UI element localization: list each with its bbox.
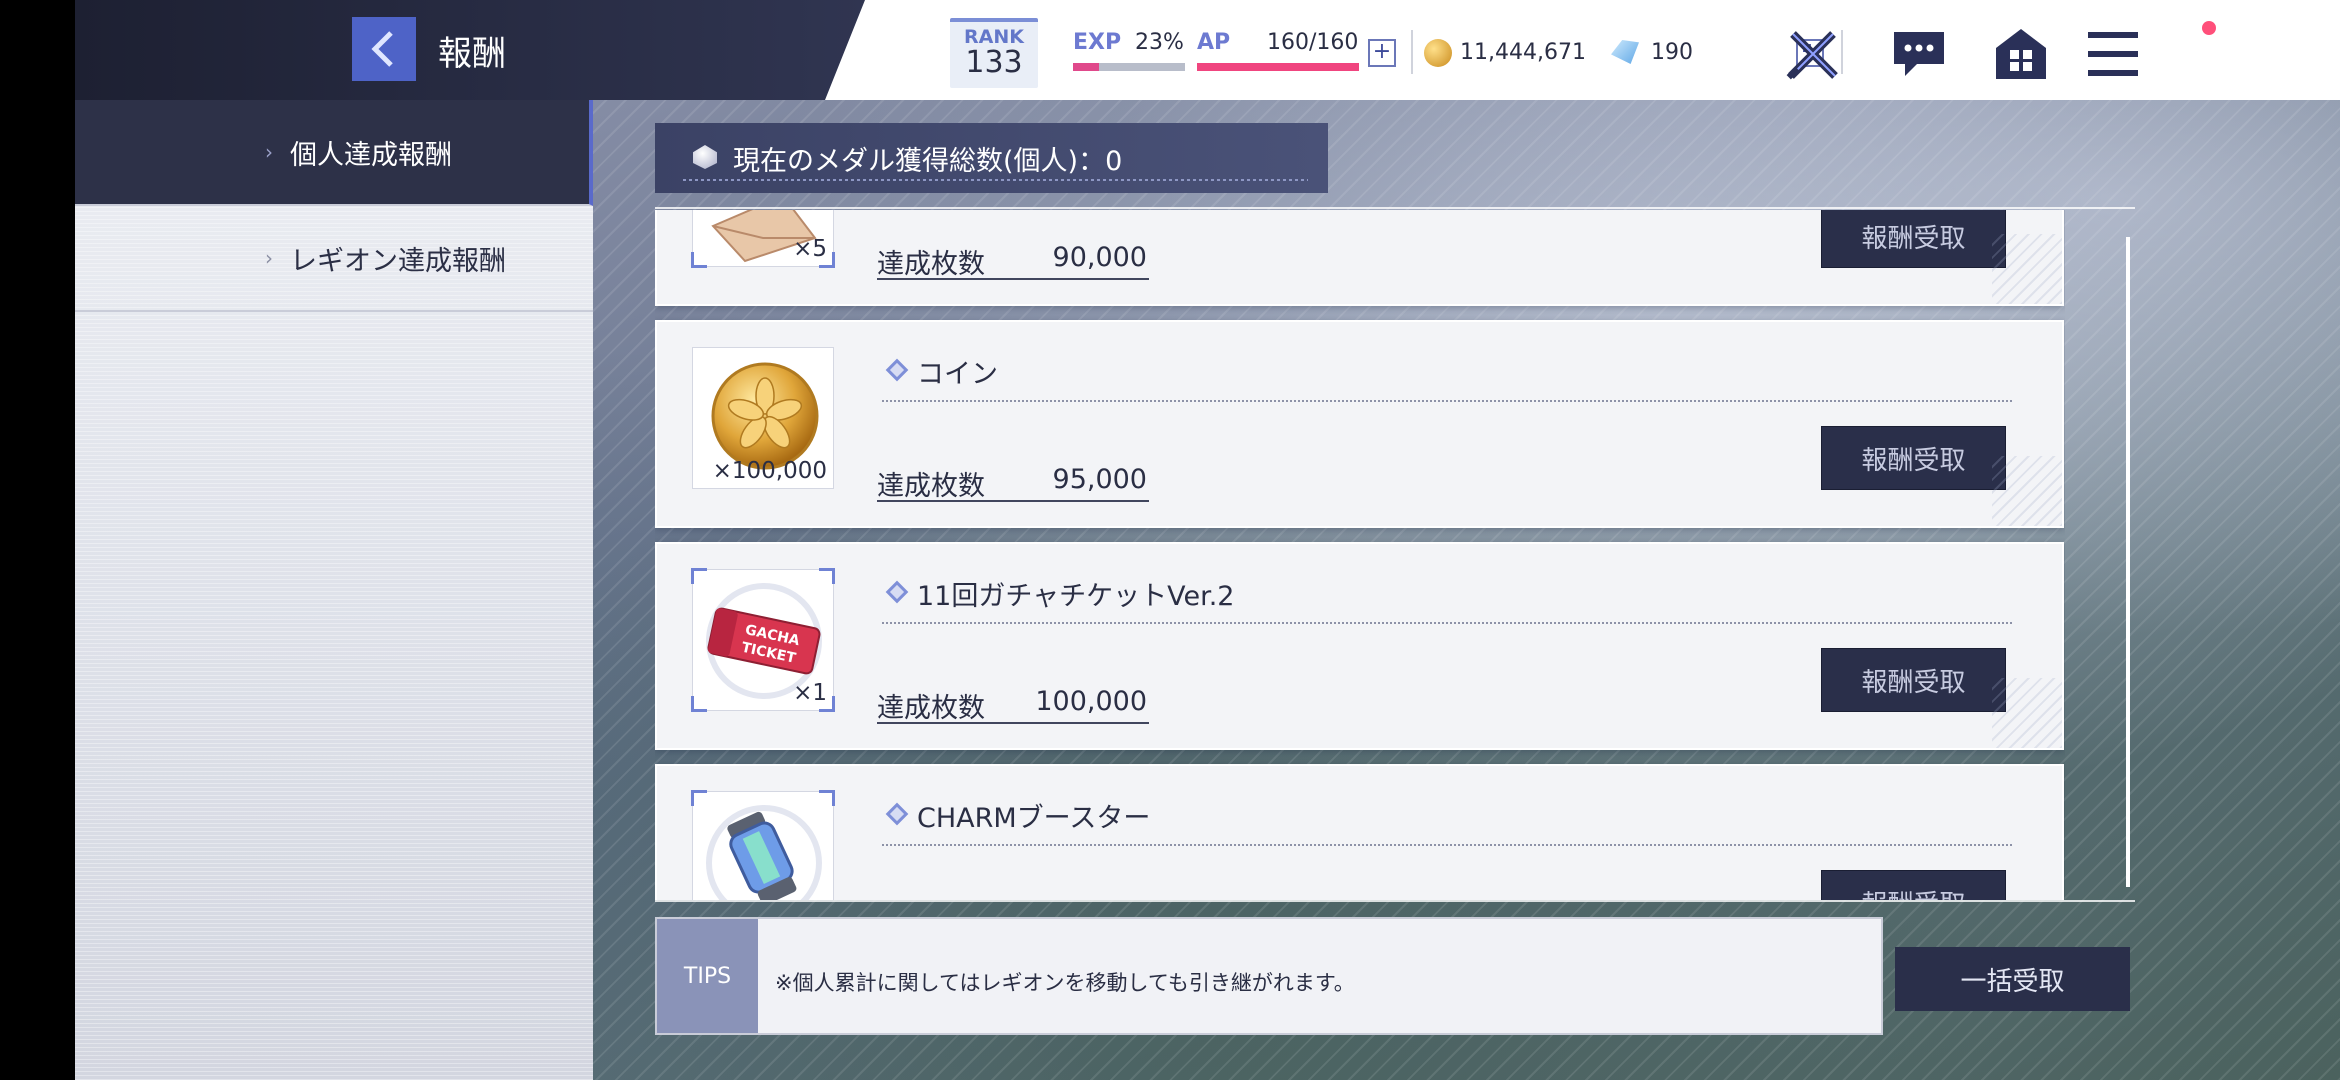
claim-reward-button[interactable]: 報酬受取 — [1821, 870, 2006, 900]
dotted-divider — [882, 622, 2012, 624]
reward-item-frame: ×100,000 — [692, 347, 834, 489]
requirement-value: 100,000 — [1035, 686, 1147, 717]
notification-dot — [2202, 21, 2216, 35]
gem-value: 190 — [1651, 40, 1693, 65]
battle-icon[interactable] — [1785, 26, 1841, 82]
chevron-right-icon: › — [265, 140, 273, 164]
reward-item-frame: ×5 — [691, 210, 835, 268]
requirement-value: 90,000 — [1052, 242, 1147, 273]
menu-icon[interactable] — [2085, 26, 2141, 82]
requirement-underline — [877, 500, 1149, 502]
tips-label: TIPS — [657, 919, 758, 1033]
diamond-bullet-icon — [885, 358, 909, 382]
requirement-underline — [877, 722, 1149, 724]
header-title-area: 報酬 — [75, 0, 865, 100]
sidebar-item-legion-rewards[interactable]: › レギオン達成報酬 — [75, 206, 593, 312]
reward-item-frame — [691, 790, 835, 900]
rank-value: 133 — [965, 45, 1023, 80]
reward-quantity: ×1 — [793, 680, 827, 706]
reward-card: CHARMブースター 報酬受取 — [655, 764, 2064, 900]
top-header: 報酬 RANK 133 EXP 23% AP 160/160 + 11,444,… — [75, 0, 2340, 100]
sidebar-item-label: 個人達成報酬 — [290, 139, 452, 171]
exp-label: EXP — [1073, 30, 1122, 55]
diamond-bullet-icon — [885, 580, 909, 604]
list-scrollbar[interactable] — [2126, 237, 2130, 887]
tips-box: TIPS ※個人累計に関してはレギオンを移動しても引き継がれます。 — [655, 917, 1883, 1035]
reward-quantity: ×5 — [793, 236, 827, 262]
charm-booster-icon — [706, 805, 822, 900]
reward-card: ×5 達成枚数 90,000 報酬受取 — [655, 210, 2064, 306]
exp-percent: 23% — [1135, 30, 1184, 55]
sidebar-item-personal-rewards[interactable]: › 個人達成報酬 — [75, 100, 593, 206]
diamond-bullet-icon — [885, 802, 909, 826]
requirement-underline — [877, 278, 1149, 280]
claim-reward-button[interactable]: 報酬受取 — [1821, 210, 2006, 268]
requirement-label: 達成枚数 — [877, 693, 985, 724]
reward-item-name: 11回ガチャチケットVer.2 — [917, 581, 1235, 612]
ap-label: AP — [1197, 30, 1231, 55]
ap-bar — [1197, 63, 1359, 71]
medal-total-banner: 現在のメダル獲得総数(個人)：0 — [655, 123, 1328, 193]
reward-quantity: ×100,000 — [712, 458, 827, 484]
reward-item-name: コイン — [917, 359, 998, 390]
ap-bar-fill — [1197, 63, 1359, 71]
app-screen: 報酬 RANK 133 EXP 23% AP 160/160 + 11,444,… — [0, 0, 2340, 1080]
sidebar-item-label: レギオン達成報酬 — [290, 245, 506, 277]
tips-text: ※個人累計に関してはレギオンを移動しても引き継がれます。 — [775, 971, 1355, 995]
ap-value: 160/160 — [1267, 30, 1359, 55]
ap-add-button[interactable]: + — [1368, 39, 1396, 67]
back-button[interactable] — [352, 17, 416, 81]
rank-badge: RANK 133 — [950, 18, 1038, 88]
requirement-label: 達成枚数 — [877, 249, 985, 280]
chevron-left-icon — [371, 31, 393, 67]
coin-value: 11,444,671 — [1460, 40, 1586, 65]
dotted-divider — [882, 400, 2012, 402]
page-title: 報酬 — [438, 34, 506, 74]
list-top-divider — [655, 207, 2135, 209]
reward-item-frame: GACHA TICKET ×1 — [691, 568, 835, 712]
claim-all-button[interactable]: 一括受取 — [1895, 947, 2130, 1011]
claim-reward-button[interactable]: 報酬受取 — [1821, 426, 2006, 490]
gold-coin-icon — [1424, 39, 1452, 67]
exp-bar-fill — [1073, 63, 1099, 71]
claim-reward-button[interactable]: 報酬受取 — [1821, 648, 2006, 712]
reward-list[interactable]: ×5 達成枚数 90,000 報酬受取 ×100,000 コイン 達成枚数 95… — [655, 210, 2065, 900]
reward-card: GACHA TICKET ×1 11回ガチャチケットVer.2 達成枚数 100… — [655, 542, 2064, 750]
sidebar: › 個人達成報酬 › レギオン達成報酬 — [75, 100, 593, 1080]
medal-icon — [693, 145, 717, 169]
medal-total-text: 現在のメダル獲得総数(個人)：0 — [733, 145, 1123, 177]
home-icon[interactable] — [1993, 26, 2049, 82]
dotted-divider — [882, 844, 2012, 846]
list-bottom-divider — [655, 900, 2135, 902]
requirement-value: 95,000 — [1052, 464, 1147, 495]
header-divider — [1841, 30, 1843, 74]
requirement-label: 達成枚数 — [877, 471, 985, 502]
reward-item-name: CHARMブースター — [917, 803, 1151, 834]
crystal-icon — [1611, 40, 1639, 64]
exp-bar — [1073, 63, 1185, 71]
chat-icon[interactable] — [1891, 26, 1947, 82]
chevron-right-icon: › — [265, 246, 273, 270]
reward-card: ×100,000 コイン 達成枚数 95,000 報酬受取 — [655, 320, 2064, 528]
header-divider — [1411, 30, 1413, 74]
